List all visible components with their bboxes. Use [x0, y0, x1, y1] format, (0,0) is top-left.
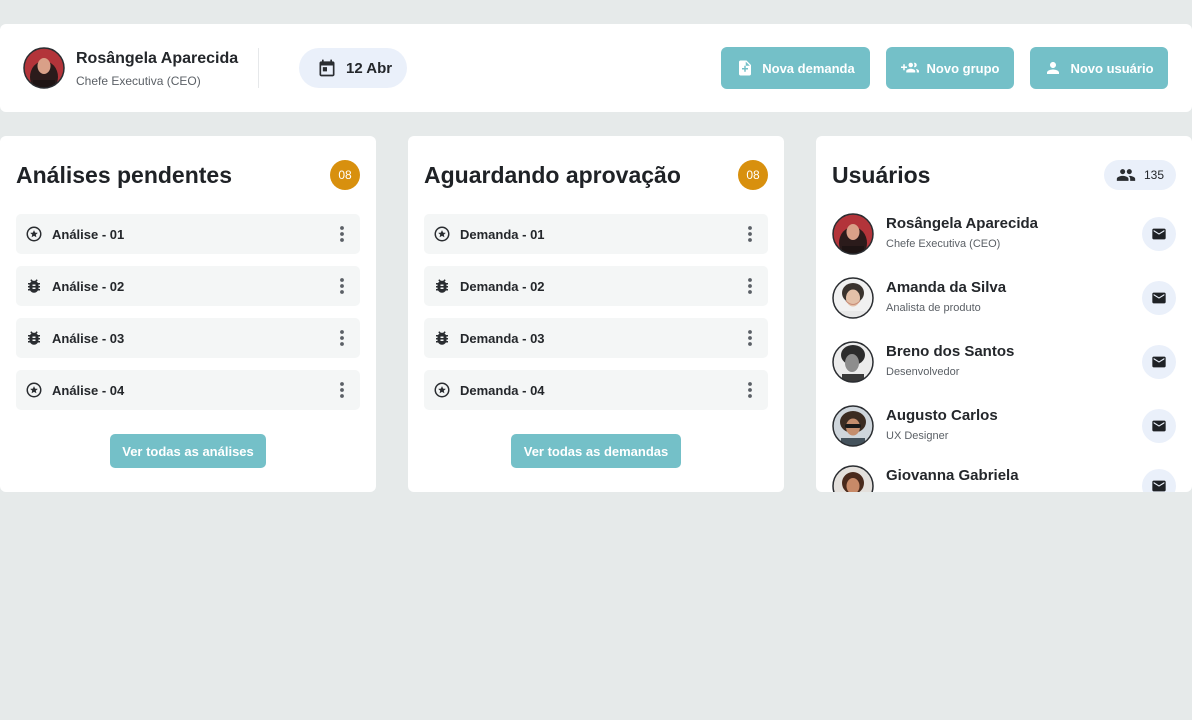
pending-analyses-card: Análises pendentes 08 Análise - 01 Análi…	[0, 136, 376, 492]
list-item-label: Análise - 04	[52, 382, 125, 398]
user-row[interactable]: Amanda da Silva Analista de produto	[832, 277, 1176, 321]
person-icon	[1047, 62, 1060, 74]
new-user-button[interactable]: Novo usuário	[1030, 47, 1168, 89]
bug-icon	[25, 277, 43, 295]
mail-button[interactable]	[1142, 281, 1176, 315]
calendar-icon	[319, 59, 335, 77]
count-badge: 08	[738, 160, 768, 190]
mail-icon	[1152, 292, 1166, 304]
list-item-label: Demanda - 01	[460, 226, 545, 242]
users-card: Usuários 135 Rosângela Aparecida Chefe E…	[816, 136, 1192, 492]
avatar	[832, 341, 874, 383]
list-item[interactable]: Demanda - 02	[424, 266, 768, 306]
list-item[interactable]: Análise - 03	[16, 318, 360, 358]
header-divider	[258, 48, 259, 88]
list-item-label: Análise - 03	[52, 330, 125, 346]
user-row[interactable]: Rosângela Aparecida Chefe Executiva (CEO…	[832, 213, 1176, 257]
mail-icon	[1152, 480, 1166, 492]
list-item-label: Análise - 01	[52, 226, 125, 242]
avatar	[832, 213, 874, 255]
user-name: Augusto Carlos	[886, 407, 998, 424]
users-count: 135	[1143, 168, 1165, 182]
awaiting-approval-card: Aguardando aprovação 08 Demanda - 01 Dem…	[408, 136, 784, 492]
more-vertical-icon[interactable]	[744, 328, 756, 348]
new-demand-label: Nova demanda	[762, 60, 855, 76]
user-row[interactable]: Augusto Carlos UX Designer	[832, 405, 1176, 449]
avatar	[832, 405, 874, 447]
top-header: Rosângela Aparecida Chefe Executiva (CEO…	[0, 24, 1192, 112]
user-name: Rosângela Aparecida	[886, 215, 1038, 232]
more-vertical-icon[interactable]	[336, 224, 348, 244]
mail-icon	[1152, 420, 1166, 432]
users-count-badge: 135	[1104, 160, 1176, 190]
list-item-label: Demanda - 03	[460, 330, 545, 346]
new-group-label: Novo grupo	[926, 60, 1000, 76]
mail-button[interactable]	[1142, 217, 1176, 251]
new-demand-button[interactable]: Nova demanda	[721, 47, 870, 89]
list-item[interactable]: Demanda - 01	[424, 214, 768, 254]
card-title: Análises pendentes	[16, 162, 233, 188]
more-vertical-icon[interactable]	[744, 224, 756, 244]
star-circle-icon	[433, 225, 451, 243]
star-circle-icon	[25, 381, 43, 399]
user-name: Rosângela Aparecida	[76, 50, 239, 67]
user-avatar[interactable]	[23, 47, 65, 89]
user-name: Breno dos Santos	[886, 343, 1015, 360]
file-plus-icon	[739, 60, 752, 76]
group-add-icon	[900, 62, 919, 73]
see-all-demands-button[interactable]: Ver todas as demandas	[511, 434, 681, 468]
bug-icon	[433, 329, 451, 347]
mail-button[interactable]	[1142, 409, 1176, 443]
new-group-button[interactable]: Novo grupo	[886, 47, 1014, 89]
more-vertical-icon[interactable]	[744, 276, 756, 296]
avatar	[832, 465, 874, 492]
group-icon	[1116, 169, 1136, 181]
date-pill[interactable]: 12 Abr	[299, 48, 407, 88]
bug-icon	[25, 329, 43, 347]
user-name: Giovanna Gabriela	[886, 467, 1019, 484]
date-label: 12 Abr	[346, 59, 393, 77]
star-circle-icon	[25, 225, 43, 243]
list-item[interactable]: Demanda - 03	[424, 318, 768, 358]
card-title: Usuários	[832, 162, 931, 188]
user-name: Amanda da Silva	[886, 279, 1007, 296]
more-vertical-icon[interactable]	[744, 380, 756, 400]
more-vertical-icon[interactable]	[336, 380, 348, 400]
card-title: Aguardando aprovação	[424, 162, 681, 188]
user-role: UX Designer	[886, 430, 949, 442]
avatar	[832, 277, 874, 319]
more-vertical-icon[interactable]	[336, 276, 348, 296]
list-item-label: Demanda - 02	[460, 278, 545, 294]
user-row[interactable]: Giovanna Gabriela	[832, 465, 1176, 492]
list-item[interactable]: Análise - 01	[16, 214, 360, 254]
see-all-analyses-button[interactable]: Ver todas as análises	[110, 434, 266, 468]
mail-icon	[1152, 228, 1166, 240]
list-item-label: Demanda - 04	[460, 382, 545, 398]
user-role: Desenvolvedor	[886, 366, 960, 378]
list-item[interactable]: Análise - 02	[16, 266, 360, 306]
user-role: Chefe Executiva (CEO)	[886, 238, 1001, 250]
mail-icon	[1152, 356, 1166, 368]
user-role: Analista de produto	[886, 302, 981, 314]
bug-icon	[433, 277, 451, 295]
more-vertical-icon[interactable]	[336, 328, 348, 348]
list-item[interactable]: Demanda - 04	[424, 370, 768, 410]
list-item[interactable]: Análise - 04	[16, 370, 360, 410]
new-user-label: Novo usuário	[1070, 60, 1154, 76]
mail-button[interactable]	[1142, 469, 1176, 492]
count-badge: 08	[330, 160, 360, 190]
star-circle-icon	[433, 381, 451, 399]
mail-button[interactable]	[1142, 345, 1176, 379]
user-row[interactable]: Breno dos Santos Desenvolvedor	[832, 341, 1176, 385]
list-item-label: Análise - 02	[52, 278, 125, 294]
user-role: Chefe Executiva (CEO)	[76, 74, 201, 88]
